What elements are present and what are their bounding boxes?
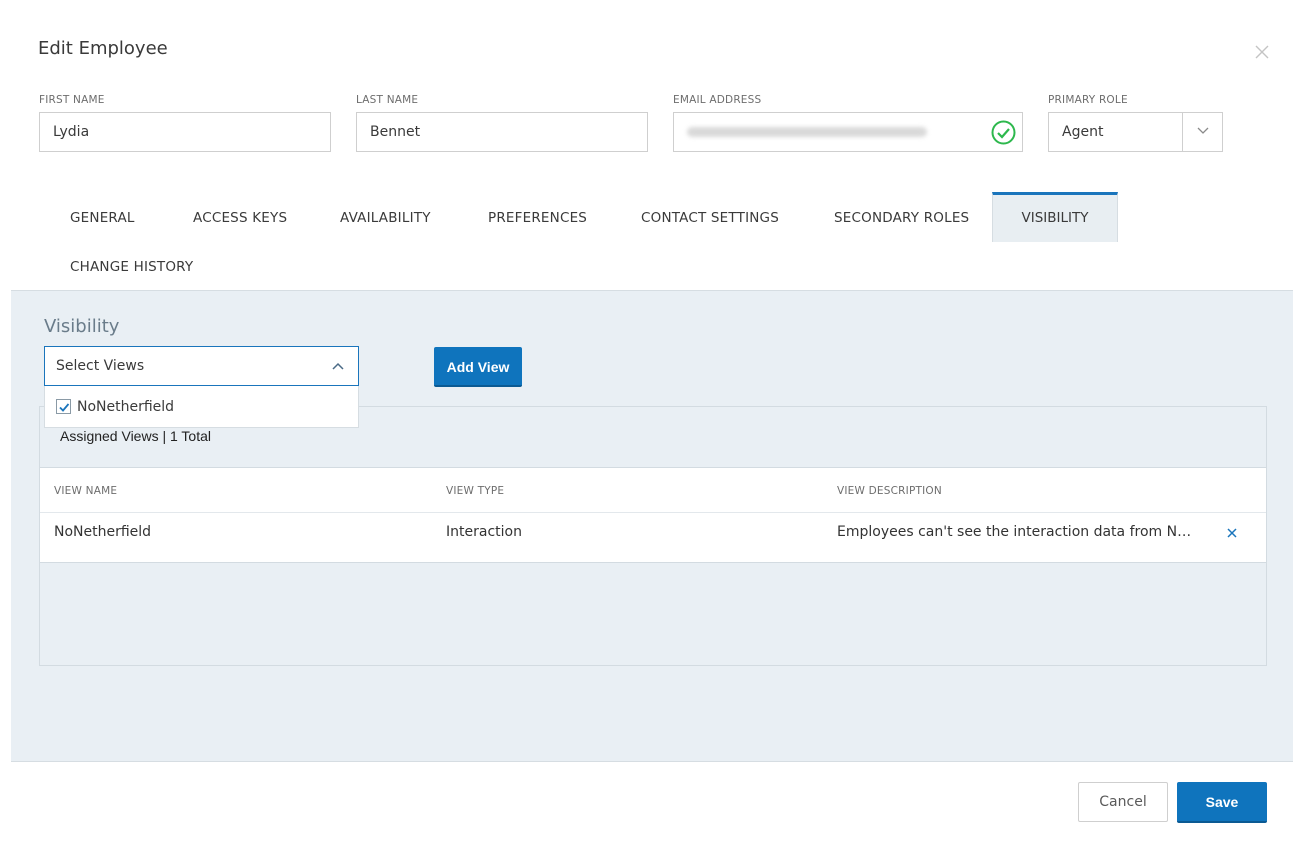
tab-contact-settings[interactable]: CONTACT SETTINGS bbox=[641, 210, 779, 226]
first-name-field[interactable]: Lydia bbox=[39, 112, 331, 152]
assigned-views-title: Assigned Views | 1 Total bbox=[60, 428, 211, 444]
close-icon[interactable] bbox=[1252, 42, 1272, 62]
primary-role-select[interactable]: Agent bbox=[1048, 112, 1223, 152]
last-name-field[interactable]: Bennet bbox=[356, 112, 648, 152]
select-views-placeholder: Select Views bbox=[56, 358, 145, 374]
cancel-button[interactable]: Cancel bbox=[1078, 782, 1168, 822]
tab-change-history[interactable]: CHANGE HISTORY bbox=[70, 259, 193, 275]
view-name-cell: NoNetherfield bbox=[54, 524, 152, 540]
first-name-label: FIRST NAME bbox=[39, 94, 105, 106]
grid-header bbox=[40, 467, 1266, 513]
add-view-button[interactable]: Add View bbox=[434, 347, 522, 387]
checkbox[interactable] bbox=[56, 399, 71, 414]
email-label: EMAIL ADDRESS bbox=[673, 94, 762, 106]
tab-visibility-label: VISIBILITY bbox=[1021, 210, 1089, 226]
checkmark-icon bbox=[59, 403, 70, 412]
remove-view-icon[interactable] bbox=[1226, 524, 1238, 538]
last-name-label: LAST NAME bbox=[356, 94, 419, 106]
primary-role-value: Agent bbox=[1062, 124, 1104, 140]
column-header-view-description[interactable]: VIEW DESCRIPTION bbox=[837, 485, 942, 497]
select-views-menu: NoNetherfield bbox=[44, 386, 359, 428]
tab-access-keys[interactable]: ACCESS KEYS bbox=[193, 210, 287, 226]
dialog-title: Edit Employee bbox=[38, 38, 168, 59]
tab-visibility[interactable]: VISIBILITY bbox=[992, 192, 1118, 242]
view-description-cell: Employees can't see the interaction data… bbox=[837, 524, 1193, 540]
view-type-cell: Interaction bbox=[446, 524, 522, 540]
email-value-blurred bbox=[687, 127, 927, 137]
column-header-view-name[interactable]: VIEW NAME bbox=[54, 485, 117, 497]
chevron-down-icon[interactable] bbox=[1182, 113, 1222, 151]
tab-secondary-roles[interactable]: SECONDARY ROLES bbox=[834, 210, 969, 226]
check-circle-icon bbox=[991, 120, 1016, 145]
tab-general[interactable]: GENERAL bbox=[70, 210, 135, 226]
visibility-heading: Visibility bbox=[44, 316, 120, 337]
primary-role-label: PRIMARY ROLE bbox=[1048, 94, 1128, 106]
column-header-view-type[interactable]: VIEW TYPE bbox=[446, 485, 504, 497]
tab-availability[interactable]: AVAILABILITY bbox=[340, 210, 431, 226]
tab-preferences[interactable]: PREFERENCES bbox=[488, 210, 587, 226]
dropdown-option-label: NoNetherfield bbox=[77, 399, 175, 415]
chevron-up-icon bbox=[332, 362, 344, 370]
save-button[interactable]: Save bbox=[1177, 782, 1267, 823]
email-field[interactable] bbox=[673, 112, 1023, 152]
select-views-dropdown[interactable]: Select Views bbox=[44, 346, 359, 386]
